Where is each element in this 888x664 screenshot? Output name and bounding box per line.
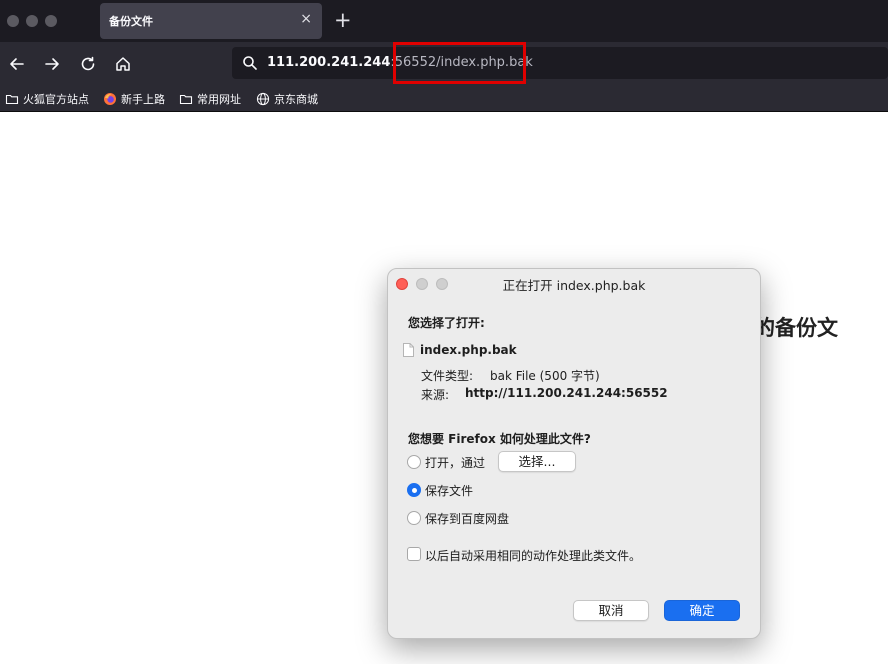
bookmark-item-getting-started[interactable]: 新手上路	[103, 90, 165, 108]
remember-checkbox[interactable]	[407, 547, 421, 561]
url-host: 111.200.241.244	[267, 55, 391, 70]
window-minimize-light[interactable]	[26, 15, 38, 27]
file-type-label: 文件类型:	[421, 369, 474, 383]
file-icon	[403, 343, 414, 357]
folder-icon	[5, 94, 19, 105]
address-bar[interactable]: 111.200.241.244:56552/index.php.bak	[232, 47, 888, 79]
dialog-titlebar: 正在打开 index.php.bak	[388, 269, 760, 297]
bookmark-item-jd[interactable]: 京东商城	[256, 90, 318, 108]
file-name: index.php.bak	[420, 343, 517, 357]
ok-button[interactable]: 确定	[664, 600, 740, 621]
tab-strip: 备份文件 × +	[0, 0, 888, 42]
choose-app-button[interactable]: 选择...	[498, 451, 576, 472]
radio-save-file[interactable]	[407, 483, 421, 497]
new-tab-icon[interactable]: +	[334, 8, 352, 32]
radio-open-with[interactable]	[407, 455, 421, 469]
url-highlight-annotation	[393, 42, 526, 84]
firefox-icon	[104, 93, 116, 105]
window-zoom-light[interactable]	[45, 15, 57, 27]
folder-icon	[179, 94, 193, 105]
radio-save-file-label[interactable]: 保存文件	[425, 482, 473, 499]
home-icon[interactable]	[112, 53, 134, 75]
bookmarks-toolbar: 火狐官方站点 新手上路 常用网址 京东商城	[0, 86, 888, 112]
tab-close-icon[interactable]: ×	[300, 11, 312, 27]
bookmark-label: 新手上路	[121, 93, 165, 106]
window-close-light[interactable]	[7, 15, 19, 27]
file-type-value: bak File (500 字节)	[490, 369, 600, 383]
dialog-title: 正在打开 index.php.bak	[502, 278, 646, 293]
source-label: 来源:	[421, 388, 450, 402]
open-file-dialog: 正在打开 index.php.bak 您选择了打开: index.php.bak…	[387, 268, 761, 639]
handle-question: 您想要 Firefox 如何处理此文件?	[408, 432, 591, 446]
page-heading: 的备份文	[754, 316, 838, 340]
radio-open-with-label[interactable]: 打开，通过	[425, 454, 485, 471]
cancel-button[interactable]: 取消	[573, 600, 649, 621]
you-chose-label: 您选择了打开:	[408, 316, 485, 330]
remember-label[interactable]: 以后自动采用相同的动作处理此类文件。	[425, 547, 641, 564]
bookmark-item-firefox-official[interactable]: 火狐官方站点	[5, 90, 89, 108]
bookmark-label: 常用网址	[197, 93, 241, 106]
radio-save-baidu[interactable]	[407, 511, 421, 525]
tab-active[interactable]: 备份文件 ×	[100, 3, 322, 39]
search-icon	[243, 56, 257, 70]
back-icon[interactable]	[6, 53, 28, 75]
radio-save-baidu-label[interactable]: 保存到百度网盘	[425, 510, 509, 527]
forward-icon[interactable]	[41, 53, 63, 75]
bookmark-label: 京东商城	[274, 93, 318, 106]
tab-title: 备份文件	[109, 15, 153, 28]
reload-icon[interactable]	[77, 53, 99, 75]
globe-icon	[256, 92, 270, 106]
bookmark-label: 火狐官方站点	[23, 93, 89, 106]
source-value: http://111.200.241.244:56552	[465, 386, 668, 400]
bookmark-item-common-sites[interactable]: 常用网址	[179, 90, 241, 108]
